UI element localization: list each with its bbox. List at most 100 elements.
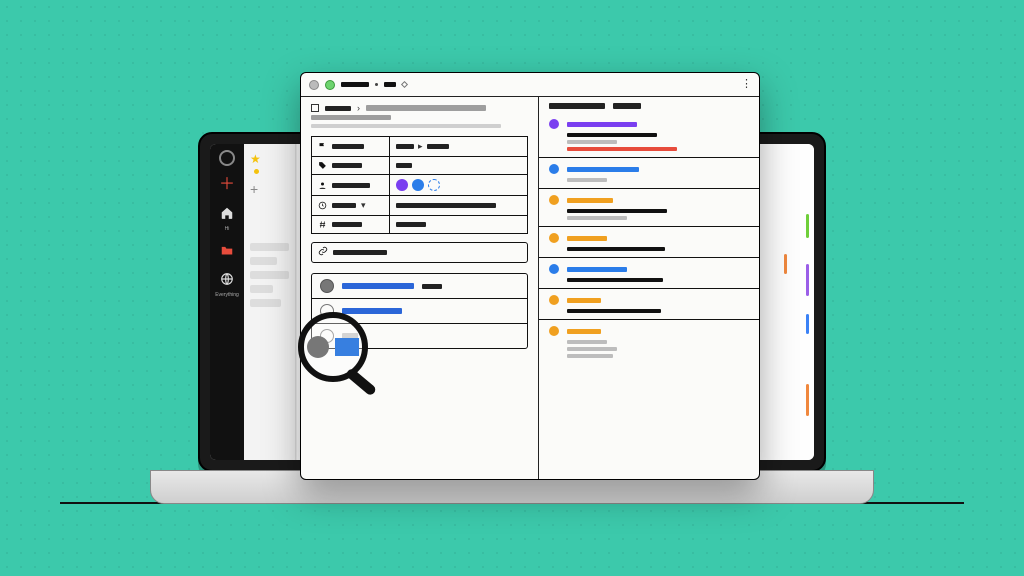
list-item[interactable] bbox=[250, 299, 281, 307]
traffic-light-close[interactable] bbox=[309, 80, 319, 90]
property-value[interactable] bbox=[390, 216, 527, 233]
item-title bbox=[567, 167, 639, 172]
popup-titlebar[interactable]: ⋮ bbox=[301, 73, 759, 97]
right-list-item[interactable] bbox=[539, 113, 759, 157]
item-title bbox=[567, 198, 613, 203]
dot-icon bbox=[254, 169, 259, 174]
status-dot-icon bbox=[549, 264, 559, 274]
right-list-item[interactable] bbox=[539, 188, 759, 226]
link-icon bbox=[318, 246, 328, 259]
traffic-light-min[interactable] bbox=[325, 80, 335, 90]
right-list-item[interactable] bbox=[539, 226, 759, 257]
globe-icon[interactable] bbox=[218, 270, 236, 288]
task-status-icon[interactable] bbox=[320, 304, 334, 318]
property-row bbox=[312, 156, 527, 174]
subtask-list bbox=[311, 273, 528, 349]
list-item[interactable] bbox=[250, 271, 289, 279]
chevron-down-icon[interactable]: ▾ bbox=[361, 200, 366, 211]
breadcrumb-segment bbox=[325, 106, 351, 111]
header-pill[interactable] bbox=[549, 103, 605, 109]
kebab-menu-icon[interactable]: ⋮ bbox=[741, 77, 753, 90]
status-dot-icon bbox=[549, 119, 559, 129]
property-row bbox=[312, 174, 527, 195]
task-progress bbox=[342, 333, 358, 339]
task-detail-popup: ⋮ › ▸ bbox=[300, 72, 760, 480]
menu-icon[interactable] bbox=[219, 150, 235, 166]
item-line bbox=[567, 140, 617, 144]
item-line bbox=[567, 340, 607, 344]
titlebar-text bbox=[384, 82, 396, 87]
status-dot-icon bbox=[549, 326, 559, 336]
home-label: Hi bbox=[225, 226, 230, 232]
calendar-event[interactable] bbox=[806, 314, 809, 334]
task-status-icon[interactable] bbox=[320, 279, 334, 293]
subtask-row[interactable] bbox=[312, 323, 527, 348]
list-item[interactable] bbox=[250, 257, 277, 265]
add-assignee-icon[interactable] bbox=[428, 179, 440, 191]
titlebar-text bbox=[341, 82, 369, 87]
calendar-event[interactable] bbox=[784, 254, 787, 274]
home-icon[interactable] bbox=[218, 204, 236, 222]
breadcrumb[interactable]: › bbox=[301, 97, 538, 115]
property-value[interactable]: ▸ bbox=[390, 137, 527, 156]
item-line bbox=[567, 309, 661, 313]
status-dot-icon bbox=[549, 233, 559, 243]
property-value[interactable] bbox=[390, 196, 527, 215]
item-line bbox=[567, 147, 677, 151]
item-line bbox=[567, 209, 667, 213]
plus-icon[interactable]: ＋ bbox=[218, 176, 236, 194]
properties-table: ▸ ▾ bbox=[311, 136, 528, 234]
item-line bbox=[567, 247, 665, 251]
calendar-event[interactable] bbox=[806, 264, 809, 296]
chevron-right-icon: › bbox=[357, 103, 360, 113]
page-title bbox=[311, 115, 391, 120]
user-icon bbox=[318, 181, 327, 190]
right-list-item[interactable] bbox=[539, 157, 759, 188]
right-list-item[interactable] bbox=[539, 288, 759, 319]
list-item[interactable] bbox=[250, 243, 289, 251]
avatar[interactable] bbox=[412, 179, 424, 191]
item-line bbox=[567, 178, 607, 182]
page-subtitle bbox=[311, 124, 501, 128]
subtask-row[interactable] bbox=[312, 274, 527, 298]
item-title bbox=[567, 329, 601, 334]
app-list-column: ★ + bbox=[244, 144, 296, 460]
breadcrumb-segment bbox=[366, 105, 486, 111]
header-pill[interactable] bbox=[613, 103, 641, 109]
status-dot-icon bbox=[549, 295, 559, 305]
avatar[interactable] bbox=[396, 179, 408, 191]
flag-icon bbox=[318, 142, 327, 151]
item-title bbox=[567, 122, 637, 127]
tag-icon bbox=[318, 161, 327, 170]
link-label bbox=[333, 250, 387, 255]
item-title bbox=[567, 236, 607, 241]
item-title bbox=[567, 267, 627, 272]
add-list-icon[interactable]: + bbox=[250, 181, 289, 197]
diamond-icon bbox=[401, 81, 408, 88]
calendar-event[interactable] bbox=[806, 384, 809, 416]
right-list-item[interactable] bbox=[539, 257, 759, 288]
item-line bbox=[567, 216, 627, 220]
clock-icon bbox=[318, 201, 327, 210]
folder-icon[interactable] bbox=[218, 242, 236, 260]
chevron-right-icon: ▸ bbox=[418, 141, 423, 152]
globe-label: Everything bbox=[215, 292, 239, 298]
subtask-row[interactable] bbox=[312, 298, 527, 323]
list-item[interactable] bbox=[250, 285, 273, 293]
square-icon bbox=[311, 104, 319, 112]
assignees[interactable] bbox=[390, 175, 527, 195]
property-row bbox=[312, 215, 527, 233]
property-value[interactable] bbox=[390, 157, 527, 174]
app-sidebar: ＋ Hi Everything bbox=[210, 144, 244, 460]
task-progress bbox=[342, 283, 414, 289]
detail-left-pane: › ▸ bbox=[301, 97, 539, 479]
status-dot-icon bbox=[549, 164, 559, 174]
task-status-icon[interactable] bbox=[320, 329, 334, 343]
property-row: ▾ bbox=[312, 195, 527, 215]
task-text bbox=[422, 284, 442, 289]
right-list-item[interactable] bbox=[539, 319, 759, 364]
calendar-event[interactable] bbox=[806, 214, 809, 238]
hash-icon bbox=[318, 220, 327, 229]
attachment-link[interactable] bbox=[311, 242, 528, 263]
star-icon[interactable]: ★ bbox=[250, 152, 289, 166]
